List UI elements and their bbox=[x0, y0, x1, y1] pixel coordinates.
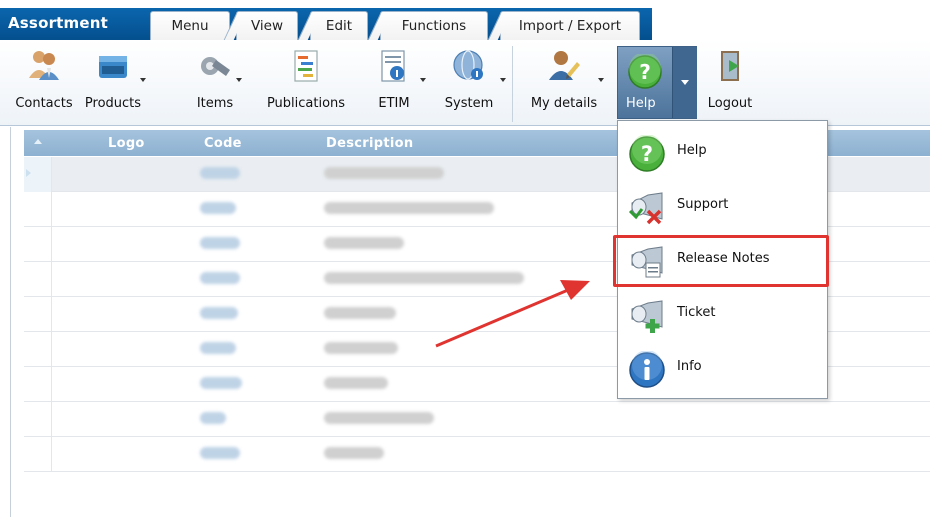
menu-item-label: Help bbox=[677, 143, 707, 158]
system-globe-icon bbox=[453, 50, 483, 80]
tab-label: Edit bbox=[325, 18, 353, 34]
main-toolbar: Contacts Products Items Publications ETI… bbox=[0, 40, 930, 126]
description-cell-redacted bbox=[324, 202, 494, 214]
menu-item-help[interactable]: ? Help bbox=[618, 125, 829, 179]
menu-item-support[interactable]: Support bbox=[618, 179, 829, 233]
contacts-icon bbox=[29, 51, 59, 80]
system-button[interactable]: System bbox=[438, 40, 506, 126]
etim-label: ETIM bbox=[378, 96, 410, 111]
chevron-down-icon bbox=[681, 80, 689, 85]
grid-left-border bbox=[10, 127, 11, 517]
table-row[interactable] bbox=[24, 437, 930, 472]
etim-document-icon bbox=[381, 50, 405, 82]
column-header-description[interactable]: Description bbox=[326, 136, 413, 151]
tab-menu[interactable]: Menu bbox=[150, 11, 230, 40]
tab-import-export[interactable]: Import / Export bbox=[487, 11, 640, 41]
description-cell-redacted bbox=[324, 307, 396, 319]
row-selector[interactable] bbox=[24, 227, 52, 262]
code-cell-redacted bbox=[200, 342, 236, 354]
description-cell-redacted bbox=[324, 412, 434, 424]
description-cell-redacted bbox=[324, 167, 444, 179]
row-selector[interactable] bbox=[24, 402, 52, 437]
tab-view[interactable]: View bbox=[223, 11, 298, 41]
contacts-button[interactable]: Contacts bbox=[12, 40, 76, 126]
description-cell-redacted bbox=[324, 237, 404, 249]
system-label: System bbox=[444, 96, 494, 111]
logout-door-icon bbox=[721, 51, 739, 81]
help-label: Help bbox=[626, 96, 656, 111]
description-cell-redacted bbox=[324, 377, 388, 389]
chevron-down-icon bbox=[140, 78, 146, 82]
row-selector[interactable] bbox=[24, 262, 52, 297]
logout-label: Logout bbox=[707, 96, 753, 111]
app-title: Assortment bbox=[8, 14, 108, 32]
row-selector[interactable] bbox=[24, 367, 52, 402]
products-button[interactable]: Products bbox=[78, 40, 148, 126]
column-header-logo[interactable]: Logo bbox=[108, 136, 145, 151]
code-cell-redacted bbox=[200, 167, 240, 179]
info-icon bbox=[629, 351, 665, 388]
etim-button[interactable]: ETIM bbox=[368, 40, 426, 126]
column-header-code[interactable]: Code bbox=[204, 136, 242, 151]
table-row[interactable] bbox=[24, 402, 930, 437]
code-cell-redacted bbox=[200, 377, 242, 389]
publications-document-icon bbox=[294, 50, 318, 82]
row-selector[interactable] bbox=[24, 437, 52, 472]
code-cell-redacted bbox=[200, 237, 240, 249]
release-notes-highlight bbox=[613, 235, 829, 287]
publications-label: Publications bbox=[266, 96, 346, 111]
top-tab-bar: Assortment Menu View Edit Functions Impo… bbox=[0, 0, 930, 41]
support-megaphone-icon bbox=[628, 192, 663, 225]
menu-item-ticket[interactable]: Ticket bbox=[618, 287, 829, 341]
current-row-icon bbox=[26, 169, 31, 177]
tab-label: Functions bbox=[401, 18, 467, 34]
description-cell-redacted bbox=[324, 272, 524, 284]
help-question-icon: ? bbox=[628, 54, 662, 89]
toolbar-divider bbox=[512, 46, 513, 122]
contacts-label: Contacts bbox=[15, 96, 73, 111]
my-details-user-edit-icon bbox=[549, 51, 580, 80]
tab-edit[interactable]: Edit bbox=[297, 11, 368, 41]
ticket-megaphone-icon bbox=[631, 300, 663, 333]
tab-functions[interactable]: Functions bbox=[367, 11, 488, 41]
publications-button[interactable]: Publications bbox=[258, 40, 354, 126]
menu-item-label: Info bbox=[677, 359, 702, 374]
tab-label: Menu bbox=[171, 18, 209, 34]
row-selector[interactable] bbox=[24, 192, 52, 227]
menu-item-info[interactable]: Info bbox=[618, 341, 829, 395]
logout-button[interactable]: Logout bbox=[700, 40, 760, 126]
row-selector[interactable] bbox=[24, 297, 52, 332]
my-details-button[interactable]: My details bbox=[520, 40, 608, 126]
description-cell-redacted bbox=[324, 342, 398, 354]
row-selector[interactable] bbox=[24, 157, 52, 192]
code-cell-redacted bbox=[200, 272, 240, 284]
my-details-label: My details bbox=[530, 96, 598, 111]
code-cell-redacted bbox=[200, 447, 240, 459]
description-cell-redacted bbox=[324, 447, 384, 459]
items-label: Items bbox=[196, 96, 234, 111]
menu-item-label: Ticket bbox=[677, 305, 716, 320]
sort-ascending-icon[interactable] bbox=[34, 139, 42, 144]
svg-text:?: ? bbox=[641, 142, 653, 166]
chevron-down-icon bbox=[420, 78, 426, 82]
code-cell-redacted bbox=[200, 412, 226, 424]
help-button[interactable]: ? Help bbox=[617, 46, 697, 119]
help-dropdown-toggle[interactable] bbox=[672, 47, 697, 118]
tab-label: Import / Export bbox=[518, 18, 622, 34]
products-label: Products bbox=[84, 96, 142, 111]
svg-text:?: ? bbox=[639, 60, 651, 84]
products-box-icon bbox=[99, 56, 127, 78]
row-selector[interactable] bbox=[24, 332, 52, 367]
tab-label: View bbox=[250, 18, 284, 34]
help-question-icon: ? bbox=[629, 135, 665, 172]
menu-item-label: Support bbox=[677, 197, 729, 212]
chevron-down-icon bbox=[598, 78, 604, 82]
items-bolts-icon bbox=[201, 57, 230, 76]
chevron-down-icon bbox=[236, 78, 242, 82]
code-cell-redacted bbox=[200, 202, 236, 214]
chevron-down-icon bbox=[500, 78, 506, 82]
code-cell-redacted bbox=[200, 307, 238, 319]
items-button[interactable]: Items bbox=[190, 40, 242, 126]
